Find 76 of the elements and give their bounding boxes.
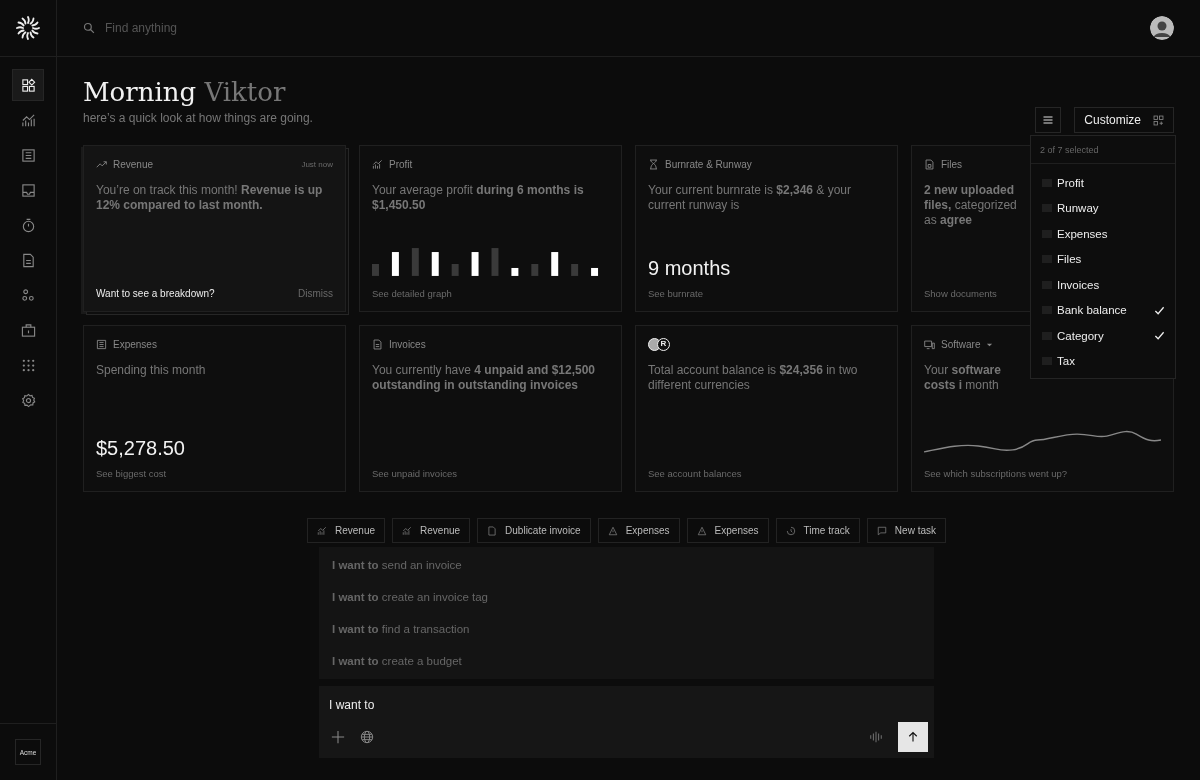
selection-count: 2 of 7 selected bbox=[1031, 136, 1175, 164]
logo-icon bbox=[16, 16, 40, 40]
arrow-up-icon bbox=[907, 731, 919, 743]
menu-icon bbox=[1042, 114, 1055, 126]
menu-item[interactable]: Invoices bbox=[1031, 272, 1175, 298]
search-field[interactable]: Find anything bbox=[103, 20, 307, 36]
search-icon bbox=[83, 22, 95, 34]
timestamp: Just now bbox=[301, 159, 333, 169]
document-icon bbox=[372, 338, 383, 350]
card-text: Your software costs i month bbox=[924, 363, 1002, 393]
user-name: Viktor bbox=[204, 77, 286, 107]
waveform-icon[interactable] bbox=[869, 730, 883, 744]
menu-item[interactable]: Profit bbox=[1031, 170, 1175, 196]
card-text: 2 new uploaded files, categorized as agree bbox=[924, 183, 1018, 228]
menu-item[interactable]: Expenses bbox=[1031, 221, 1175, 247]
assistant-input[interactable]: I want to bbox=[329, 696, 928, 714]
grid-add-icon bbox=[1153, 114, 1164, 126]
dismiss-button[interactable]: Dismiss bbox=[298, 288, 333, 299]
monitor-icon bbox=[924, 338, 935, 350]
hourglass-icon bbox=[648, 158, 659, 170]
customize-button[interactable]: Customize bbox=[1074, 107, 1174, 133]
avatar[interactable] bbox=[1150, 16, 1174, 40]
chart-icon bbox=[317, 525, 327, 536]
menu-item[interactable]: Bank balance bbox=[1031, 297, 1175, 323]
chart-icon bbox=[372, 158, 383, 170]
card-title: Profit bbox=[389, 158, 413, 170]
card-link[interactable]: See burnrate bbox=[648, 288, 703, 299]
card-title: Files bbox=[941, 158, 963, 170]
card-link[interactable]: See account balances bbox=[648, 468, 742, 479]
globe-icon[interactable] bbox=[360, 730, 374, 744]
greeting-text: Morning bbox=[83, 77, 197, 107]
plus-icon[interactable] bbox=[331, 730, 345, 744]
shortcut-chip[interactable]: Revenue bbox=[307, 518, 386, 543]
dashboard-icon[interactable] bbox=[12, 69, 44, 101]
card-text: Total account balance is $24,356 in two different currencies bbox=[648, 363, 859, 393]
card-value: 9 months bbox=[648, 257, 731, 280]
card-value: $5,278.50 bbox=[96, 437, 185, 460]
card-link[interactable]: See unpaid invoices bbox=[372, 468, 458, 479]
shortcut-chip[interactable]: Expenses bbox=[686, 518, 769, 543]
currency-badge: R bbox=[657, 337, 670, 351]
card-title: Revenue bbox=[113, 158, 154, 170]
menu-item[interactable]: Runway bbox=[1031, 195, 1175, 221]
shortcut-chip[interactable]: Time track bbox=[775, 518, 860, 543]
card-text: Your average profit during 6 months is $1,450.50 bbox=[372, 183, 585, 213]
clock-icon bbox=[785, 525, 796, 536]
card-title: Burnrate & Runway bbox=[665, 158, 752, 170]
card-title: Expenses bbox=[113, 338, 157, 350]
send-button[interactable] bbox=[898, 722, 928, 752]
file-icon bbox=[924, 158, 935, 170]
warning-icon bbox=[607, 525, 618, 536]
message-icon bbox=[876, 525, 887, 536]
trend-icon bbox=[96, 158, 107, 170]
card-title: Invoices bbox=[389, 338, 426, 350]
breakdown-prompt[interactable]: Want to see a breakdown? bbox=[96, 288, 215, 299]
menu-button[interactable] bbox=[1035, 107, 1062, 133]
shortcut-chip[interactable]: New task bbox=[866, 518, 946, 543]
shortcut-chip[interactable]: Dublicate invoice bbox=[477, 518, 591, 543]
chart-icon bbox=[402, 525, 413, 536]
card-link[interactable]: See detailed graph bbox=[372, 288, 452, 299]
menu-item[interactable]: Category bbox=[1031, 323, 1175, 349]
card-text: You currently have 4 unpaid and $12,500 outstanding in outstanding invoices bbox=[372, 363, 596, 393]
subtitle: here’s a quick look at how things are going. bbox=[83, 111, 313, 125]
warning-icon bbox=[696, 525, 707, 536]
card-text: Your current burnrate is $2,346 & your current runway is bbox=[648, 183, 852, 213]
card-link[interactable]: See biggest cost bbox=[96, 468, 167, 479]
card-text: Spending this month bbox=[96, 363, 207, 378]
shortcut-chip[interactable]: Expenses bbox=[597, 518, 680, 543]
menu-item[interactable]: Files bbox=[1031, 246, 1175, 272]
card-title: Software bbox=[941, 338, 981, 350]
document-icon bbox=[487, 525, 498, 536]
table-icon bbox=[96, 338, 107, 350]
menu-item[interactable]: Tax bbox=[1031, 348, 1175, 374]
card-link[interactable]: Show documents bbox=[924, 288, 997, 299]
shortcut-chip[interactable]: Revenue bbox=[392, 518, 471, 543]
card-text: You’re on track this month! Revenue is up 12% compared to last month. bbox=[96, 183, 324, 213]
card-link[interactable]: See which subscriptions went up? bbox=[924, 468, 1068, 479]
